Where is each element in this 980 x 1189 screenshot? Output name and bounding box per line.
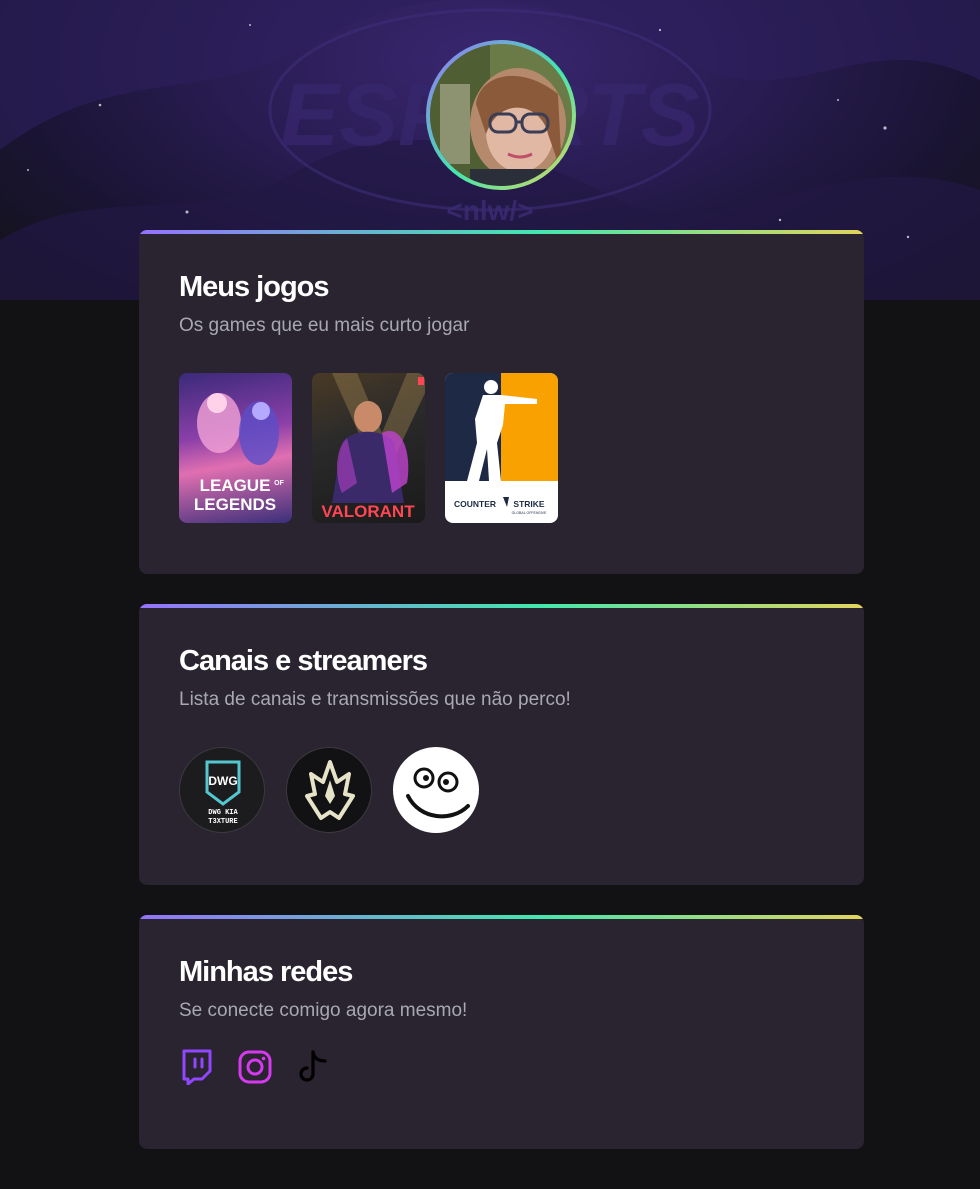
game-valorant[interactable]: VALORANT	[312, 373, 425, 523]
valorant-art: VALORANT	[321, 373, 425, 521]
channel-dwg-kia[interactable]: DWG DWG KIA T3XTURE	[179, 747, 265, 833]
lol-logo-of: OF	[274, 480, 284, 487]
cs-logo-right: STRIKE	[513, 499, 545, 509]
valorant-logo: VALORANT	[321, 502, 415, 521]
cs-logo-sub: GLOBAL OFFENSIVE	[512, 511, 547, 515]
channel-smiley[interactable]	[393, 747, 479, 833]
dwg-line1: DWG KIA	[208, 809, 238, 817]
game-counter-strike[interactable]: COUNTER STRIKE GLOBAL OFFENSIVE	[445, 373, 558, 523]
lol-logo-line1: LEAGUE	[200, 476, 271, 495]
channels-subtitle: Lista de canais e transmissões que não p…	[179, 689, 571, 710]
socials-subtitle: Se conecte comigo agora mesmo!	[179, 1000, 468, 1021]
smiley-face-icon	[406, 767, 470, 819]
profile-avatar[interactable]	[426, 40, 576, 190]
tiktok-link[interactable]	[295, 1049, 331, 1085]
games-list: LEAGUE OF LEGENDS VALORANT COUNTER STRIK…	[179, 373, 824, 523]
channels-list: DWG DWG KIA T3XTURE	[179, 747, 824, 833]
counter-strike-art: COUNTER STRIKE GLOBAL OFFENSIVE	[445, 373, 558, 515]
instagram-icon	[238, 1050, 272, 1084]
profile-photo-icon	[430, 44, 572, 186]
lol-logo-line2: LEGENDS	[194, 495, 276, 514]
socials-card: Minhas redes Se conecte comigo agora mes…	[139, 915, 864, 1149]
channel-flame-crest[interactable]	[286, 747, 372, 833]
twitch-link[interactable]	[179, 1049, 215, 1085]
tiktok-icon	[299, 1050, 327, 1082]
twitch-icon	[182, 1049, 212, 1085]
channels-card: Canais e streamers Lista de canais e tra…	[139, 604, 864, 885]
socials-title: Minhas redes	[179, 956, 353, 988]
avatar-photo	[430, 44, 572, 186]
game-league-of-legends[interactable]: LEAGUE OF LEGENDS	[179, 373, 292, 523]
league-of-legends-art: LEAGUE OF LEGENDS	[194, 393, 285, 514]
cs-logo-left: COUNTER	[454, 499, 496, 509]
channels-title: Canais e streamers	[179, 645, 428, 677]
games-title: Meus jogos	[179, 271, 330, 303]
games-subtitle: Os games que eu mais curto jogar	[179, 315, 470, 336]
dwg-mark: DWG	[208, 774, 237, 788]
dwg-line2: T3XTURE	[208, 818, 237, 826]
hero-logo-subtext: <nlw/>	[446, 195, 533, 226]
dwg-kia-logo-icon: DWG DWG KIA T3XTURE	[205, 760, 241, 826]
flame-crest-icon	[305, 760, 355, 820]
instagram-link[interactable]	[237, 1049, 273, 1085]
socials-list	[179, 1049, 824, 1085]
games-card: Meus jogos Os games que eu mais curto jo…	[139, 230, 864, 574]
